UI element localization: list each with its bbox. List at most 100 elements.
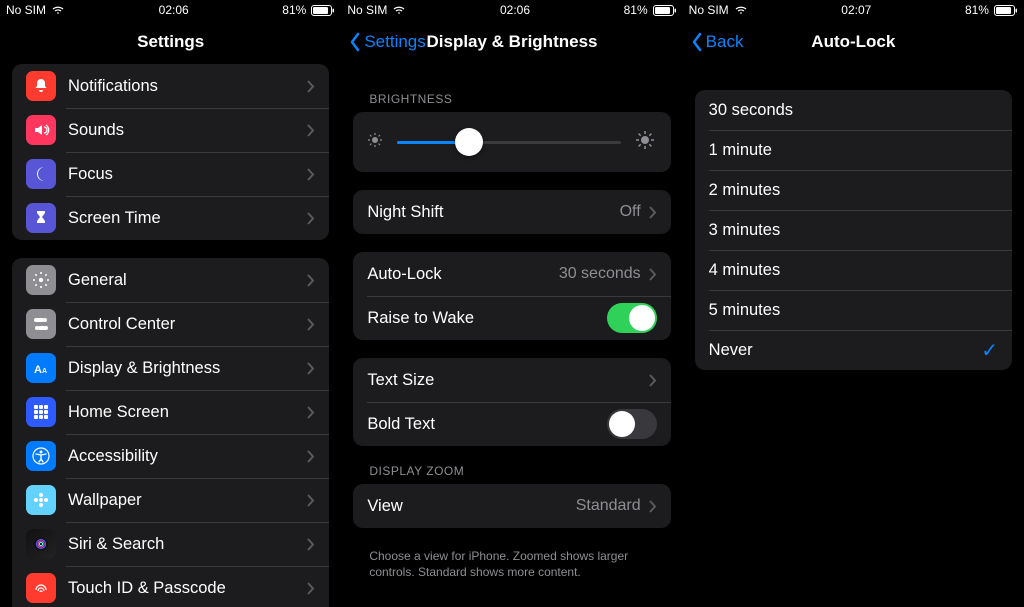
text-size-row[interactable]: Text Size <box>353 358 670 402</box>
chevron-right-icon <box>307 494 315 507</box>
settings-row-focus[interactable]: Focus <box>12 152 329 196</box>
chevron-right-icon <box>307 274 315 287</box>
autolock-options-group: 30 seconds 1 minute 2 minutes 3 minutes 4 mi… <box>695 90 1012 370</box>
zoom-section-label: DISPLAY ZOOM <box>369 464 654 478</box>
settings-group-b: GeneralControl CenterAADisplay & Brightn… <box>12 258 329 607</box>
autolock-option-5-minutes[interactable]: 5 minutes <box>695 290 1012 330</box>
brightness-section-label: BRIGHTNESS <box>369 92 654 106</box>
carrier-text: No SIM <box>6 3 46 17</box>
option-label: Never <box>709 341 982 360</box>
bold-text-toggle[interactable] <box>607 409 657 439</box>
battery-text: 81% <box>624 3 648 17</box>
chevron-right-icon <box>307 124 315 137</box>
settings-row-wallpaper[interactable]: Wallpaper <box>12 478 329 522</box>
row-label: Screen Time <box>68 209 307 228</box>
clock-text: 02:06 <box>159 3 189 17</box>
option-label: 2 minutes <box>709 181 998 200</box>
settings-row-home-screen[interactable]: Home Screen <box>12 390 329 434</box>
option-label: 30 seconds <box>709 101 998 120</box>
settings-row-general[interactable]: General <box>12 258 329 302</box>
view-label: View <box>367 497 575 516</box>
autolock-option-3-minutes[interactable]: 3 minutes <box>695 210 1012 250</box>
chevron-right-icon <box>307 212 315 225</box>
phone-settings: No SIM 02:06 81% Settings NotificationsS… <box>0 0 341 607</box>
night-shift-value: Off <box>620 203 641 221</box>
sun-bright-icon <box>635 130 655 155</box>
back-label: Settings <box>364 32 425 52</box>
chevron-left-icon <box>691 32 703 52</box>
autolock-row[interactable]: Auto-Lock 30 seconds <box>353 252 670 296</box>
zoom-group: View Standard <box>353 484 670 528</box>
view-row[interactable]: View Standard <box>353 484 670 528</box>
row-label: Home Screen <box>68 403 307 422</box>
settings-row-screen-time[interactable]: Screen Time <box>12 196 329 240</box>
autolock-option-4-minutes[interactable]: 4 minutes <box>695 250 1012 290</box>
option-label: 3 minutes <box>709 221 998 240</box>
chevron-right-icon <box>307 406 315 419</box>
back-button[interactable]: Settings <box>349 32 425 52</box>
raise-to-wake-toggle[interactable] <box>607 303 657 333</box>
chevron-right-icon <box>307 582 315 595</box>
svg-text:A: A <box>34 364 42 376</box>
row-label: Notifications <box>68 77 307 96</box>
svg-text:A: A <box>42 368 47 375</box>
autolock-option-2-minutes[interactable]: 2 minutes <box>695 170 1012 210</box>
zoom-footer-text: Choose a view for iPhone. Zoomed shows l… <box>369 548 654 580</box>
clock-text: 02:06 <box>500 3 530 17</box>
siri-icon <box>26 529 56 559</box>
raise-to-wake-row: Raise to Wake <box>353 296 670 340</box>
autolock-option-1-minute[interactable]: 1 minute <box>695 130 1012 170</box>
clock-text: 02:07 <box>841 3 871 17</box>
settings-row-siri-search[interactable]: Siri & Search <box>12 522 329 566</box>
raise-to-wake-label: Raise to Wake <box>367 309 606 328</box>
settings-row-sounds[interactable]: Sounds <box>12 108 329 152</box>
chevron-right-icon <box>307 362 315 375</box>
chevron-right-icon <box>307 450 315 463</box>
accessibility-icon <box>26 441 56 471</box>
option-label: 4 minutes <box>709 261 998 280</box>
wifi-icon <box>51 5 65 15</box>
chevron-right-icon <box>307 80 315 93</box>
page-title: Settings <box>137 32 204 52</box>
brightness-slider[interactable] <box>397 141 620 144</box>
view-value: Standard <box>576 497 641 515</box>
row-label: Accessibility <box>68 447 307 466</box>
settings-row-control-center[interactable]: Control Center <box>12 302 329 346</box>
settings-scroll[interactable]: Notifications Sounds Focus Screen Time Gene… <box>0 64 341 607</box>
row-label: Siri & Search <box>68 535 307 554</box>
battery-icon <box>311 5 335 16</box>
night-shift-row[interactable]: Night Shift Off <box>353 190 670 234</box>
settings-row-display-brightness[interactable]: AADisplay & Brightness <box>12 346 329 390</box>
text-size-icon: AA <box>26 353 56 383</box>
moon-icon <box>26 159 56 189</box>
switches-icon <box>26 309 56 339</box>
grid-icon <box>26 397 56 427</box>
chevron-left-icon <box>349 32 361 52</box>
gear-icon <box>26 265 56 295</box>
settings-row-touch-id-passcode[interactable]: Touch ID & Passcode <box>12 566 329 607</box>
page-title: Display & Brightness <box>426 32 597 52</box>
row-label: Focus <box>68 165 307 184</box>
autolock-option-never[interactable]: Never✓ <box>695 330 1012 370</box>
wifi-icon <box>392 5 406 15</box>
battery-icon <box>994 5 1018 16</box>
sun-dim-icon <box>367 132 383 153</box>
row-label: Sounds <box>68 121 307 140</box>
chevron-right-icon <box>649 374 657 387</box>
header: Settings Display & Brightness <box>341 20 682 64</box>
autolock-option-30-seconds[interactable]: 30 seconds <box>695 90 1012 130</box>
row-label: Wallpaper <box>68 491 307 510</box>
back-label: Back <box>706 32 744 52</box>
header: Back Auto-Lock <box>683 20 1024 64</box>
back-button[interactable]: Back <box>691 32 744 52</box>
autolock-label: Auto-Lock <box>367 265 558 284</box>
settings-row-notifications[interactable]: Notifications <box>12 64 329 108</box>
settings-row-accessibility[interactable]: Accessibility <box>12 434 329 478</box>
slider-thumb[interactable] <box>455 128 483 156</box>
chevron-right-icon <box>307 168 315 181</box>
brightness-slider-row <box>353 112 670 172</box>
carrier-text: No SIM <box>689 3 729 17</box>
checkmark-icon: ✓ <box>981 338 998 363</box>
settings-group-a: Notifications Sounds Focus Screen Time <box>12 64 329 240</box>
text-size-label: Text Size <box>367 371 648 390</box>
